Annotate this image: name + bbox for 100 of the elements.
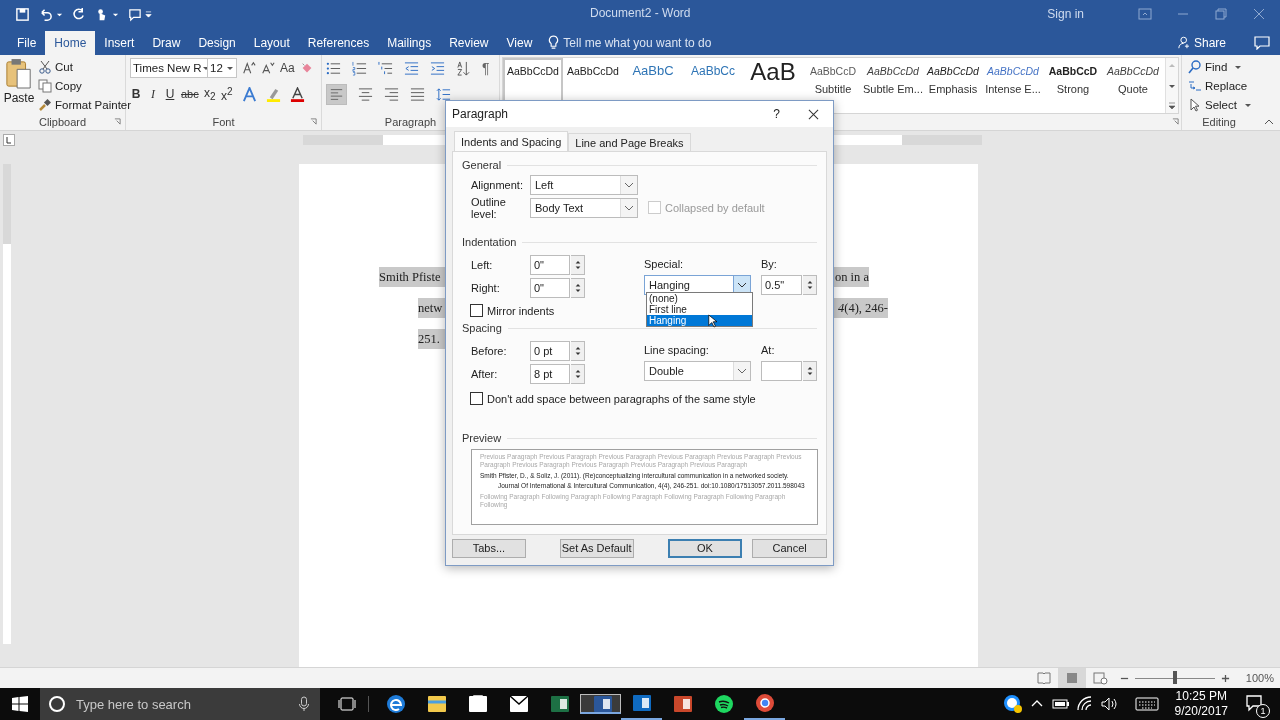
superscript-button[interactable]: x$^{2}$	[220, 85, 233, 103]
windows-start-icon[interactable]	[12, 696, 28, 712]
subscript-button[interactable]: x$_{2}$	[203, 85, 216, 103]
ribbon-tab[interactable]: File	[8, 31, 46, 55]
decrease-indent-icon[interactable]	[404, 60, 419, 76]
customize-icon[interactable]	[145, 10, 152, 18]
clock-time[interactable]: 10:25 PM	[1175, 689, 1227, 704]
underline-button[interactable]: U	[164, 87, 176, 101]
italic-button[interactable]: I	[147, 86, 159, 102]
number-field[interactable]: 0"	[530, 277, 570, 298]
collapse-ribbon-icon[interactable]	[1264, 118, 1274, 126]
dialog-launcher-icon[interactable]	[310, 118, 317, 125]
style-item[interactable]: AaBbCcDd Subtle Em...	[863, 58, 923, 113]
change-case-button[interactable]: Aa	[280, 61, 295, 75]
spin-buttons[interactable]	[571, 340, 585, 361]
zoom-level[interactable]: 100%	[1245, 672, 1274, 684]
font-name-dropdown[interactable]: Times New R	[130, 58, 208, 78]
tab-selector-icon[interactable]	[3, 134, 15, 146]
more-icon[interactable]	[1167, 101, 1177, 111]
sign-in-link[interactable]: Sign in	[1047, 7, 1084, 21]
help-button[interactable]: ?	[773, 107, 780, 121]
align-right-icon[interactable]	[384, 86, 399, 102]
copy-button[interactable]: Copy	[38, 77, 132, 94]
bold-button[interactable]: B	[130, 87, 142, 101]
number-field[interactable]: 0"	[530, 254, 570, 275]
increase-indent-icon[interactable]	[430, 60, 445, 76]
spin-buttons[interactable]	[571, 254, 585, 275]
find-button[interactable]: Find	[1188, 58, 1254, 75]
bullets-icon[interactable]	[326, 60, 341, 76]
number-field[interactable]: 0.5"	[761, 275, 802, 295]
format-painter-button[interactable]: Format Painter	[38, 96, 132, 113]
style-item[interactable]: AaBbCcD Strong	[1043, 58, 1103, 113]
line-spacing-icon[interactable]	[436, 86, 451, 102]
redo-icon[interactable]	[71, 6, 86, 22]
taskbar-app[interactable]	[580, 694, 621, 714]
dropdown-option[interactable]: First line	[647, 304, 752, 315]
style-item[interactable]: AaBbCcDd Quote	[1103, 58, 1163, 113]
select-button[interactable]: Select	[1188, 96, 1254, 113]
help-icon[interactable]	[1002, 694, 1023, 714]
sort-icon[interactable]	[456, 60, 471, 76]
ribbon-display-icon[interactable]	[1138, 8, 1152, 20]
task-view-icon[interactable]	[338, 697, 356, 711]
keyboard-icon[interactable]	[1134, 696, 1159, 712]
text-effects-icon[interactable]	[241, 86, 257, 102]
show-formatting-marks-button[interactable]: ¶	[482, 60, 490, 76]
dropdown[interactable]: Left	[530, 174, 638, 195]
clock-date[interactable]: 9/20/2017	[1174, 704, 1228, 719]
checkbox[interactable]	[470, 304, 483, 317]
dialog-launcher-icon[interactable]	[1172, 118, 1179, 125]
cut-button[interactable]: Cut	[38, 58, 132, 75]
multilevel-list-icon[interactable]	[378, 60, 393, 76]
dialog-tab[interactable]: Line and Page Breaks	[568, 133, 691, 151]
align-left-icon[interactable]	[326, 83, 347, 105]
spin-buttons[interactable]	[803, 275, 817, 295]
checkbox[interactable]	[470, 392, 483, 405]
ribbon-tab[interactable]: Draw	[143, 31, 190, 55]
replace-button[interactable]: Replace	[1188, 77, 1254, 94]
highlighter-icon[interactable]	[265, 86, 281, 102]
dialog-button[interactable]: Set As Default	[559, 539, 634, 558]
number-field[interactable]: 0 pt	[530, 340, 570, 361]
shrink-font-icon[interactable]	[261, 61, 275, 75]
ribbon-tab[interactable]: Design	[189, 31, 245, 55]
dropdown[interactable]: Body Text	[530, 197, 638, 218]
paste-button[interactable]: Paste	[4, 58, 34, 114]
ribbon-tab[interactable]: References	[298, 31, 379, 55]
ribbon-tab[interactable]: View	[497, 31, 542, 55]
ribbon-tab[interactable]: Review	[440, 31, 498, 55]
spin-buttons[interactable]	[803, 361, 817, 381]
zoom-in-icon[interactable]	[1220, 673, 1230, 683]
save-icon[interactable]	[15, 6, 30, 22]
dialog-button[interactable]: Cancel	[752, 539, 827, 558]
align-center-icon[interactable]	[358, 86, 373, 102]
close-icon[interactable]	[808, 108, 819, 120]
tell-me-search[interactable]: Tell me what you want to do	[563, 31, 712, 55]
spin-buttons[interactable]	[571, 277, 585, 298]
font-color-icon[interactable]	[289, 86, 305, 102]
style-item[interactable]: AaBbCcDd Emphasis	[923, 58, 983, 113]
ribbon-tab[interactable]: Insert	[95, 31, 144, 55]
grow-font-icon[interactable]	[242, 61, 256, 75]
dropdown-option[interactable]: Hanging	[647, 315, 752, 326]
share-button[interactable]: Share	[1193, 31, 1226, 55]
spin-buttons[interactable]	[571, 363, 585, 384]
font-size-dropdown[interactable]: 12	[208, 58, 237, 78]
comment-icon[interactable]	[127, 6, 142, 22]
dialog-tab[interactable]: Indents and Spacing	[454, 131, 569, 151]
style-item[interactable]: AaBbCcDd Intense E...	[983, 58, 1043, 113]
notification-center-button[interactable]: 1	[1242, 691, 1268, 717]
dropdown[interactable]: Hanging	[644, 275, 751, 295]
slider-thumb[interactable]	[1172, 671, 1177, 684]
dropdown[interactable]: Double	[644, 361, 751, 381]
ribbon-tab[interactable]: Home	[45, 31, 96, 55]
comments-icon[interactable]	[1254, 36, 1270, 50]
ribbon-tab[interactable]: Layout	[244, 31, 299, 55]
number-field[interactable]: 8 pt	[530, 363, 570, 384]
numbering-icon[interactable]	[352, 60, 367, 76]
dialog-button[interactable]: OK	[667, 539, 743, 558]
ribbon-tab[interactable]: Mailings	[378, 31, 441, 55]
dropdown-option[interactable]: (none)	[647, 293, 752, 304]
justify-icon[interactable]	[410, 86, 425, 102]
strikethrough-button[interactable]: abc	[181, 88, 199, 100]
